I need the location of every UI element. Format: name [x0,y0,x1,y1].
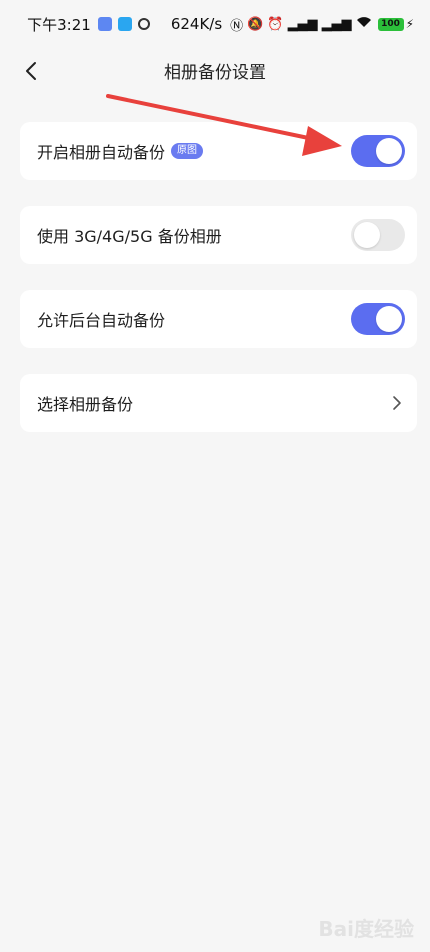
nfc-icon: Ⓝ [230,18,244,34]
signal-icon: ▂▄▆ [321,16,352,32]
setting-auto-backup[interactable]: 开启相册自动备份 原图 [20,122,417,180]
app-notification-icon [137,18,150,30]
setting-background-backup[interactable]: 允许后台自动备份 [20,290,417,348]
nav-bar: 相册备份设置 [0,48,430,92]
background-backup-toggle[interactable] [351,303,405,335]
network-speed: 624K/s [170,15,223,33]
original-quality-badge: 原图 [171,143,204,159]
watermark: Bai度经验 [318,917,414,941]
status-time: 下午3:21 [27,15,91,34]
setting-select-albums[interactable]: 选择相册备份 [20,374,417,432]
battery-icon: 100 [377,17,404,31]
status-bar: 下午3:21 624K/s Ⓝ 🔕 ⏰ ▂▄▆ ▂▄▆ 100 ⚡ [0,0,430,48]
setting-label: 开启相册自动备份 [37,143,166,162]
wifi-icon [356,16,372,32]
mute-icon: 🔕 [247,16,264,32]
charging-icon: ⚡ [405,17,414,31]
mobile-data-backup-toggle[interactable] [351,219,405,251]
auto-backup-toggle[interactable] [351,135,405,167]
signal-icon: ▂▄▆ [287,16,318,32]
app-notification-icon [117,17,132,31]
app-notification-icon [97,17,112,31]
setting-label: 选择相册备份 [37,395,134,414]
toggle-knob [354,222,380,248]
toggle-knob [376,306,402,332]
setting-label: 允许后台自动备份 [37,311,166,330]
alarm-icon: ⏰ [267,16,284,32]
page-title: 相册备份设置 [164,63,266,83]
setting-label: 使用 3G/4G/5G 备份相册 [37,227,222,246]
setting-mobile-data-backup[interactable]: 使用 3G/4G/5G 备份相册 [20,206,417,264]
toggle-knob [376,138,402,164]
chevron-right-icon [393,396,401,410]
